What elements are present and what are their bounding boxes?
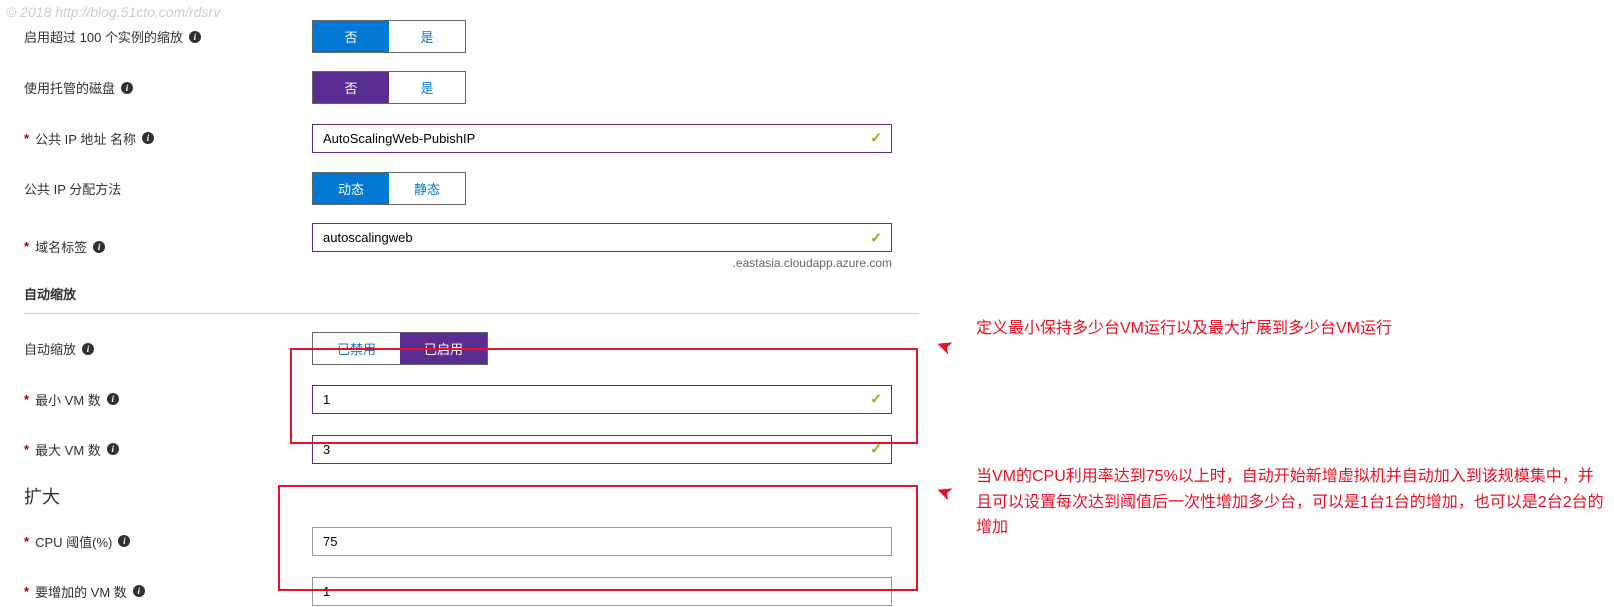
label-ip-allocation: 公共 IP 分配方法 <box>24 179 312 198</box>
label-text: 要增加的 VM 数 <box>35 582 127 601</box>
info-icon[interactable]: i <box>82 343 94 355</box>
required-star: * <box>24 584 29 599</box>
check-icon: ✓ <box>870 391 882 408</box>
section-header-scale-out: 扩大 <box>24 483 920 509</box>
toggle-managed-disk: 否 是 <box>312 71 466 104</box>
arrow-icon: ➤ <box>932 332 956 361</box>
row-ip-allocation: 公共 IP 分配方法 动态 静态 <box>24 172 920 205</box>
label-text: 最大 VM 数 <box>35 440 101 459</box>
label-text: CPU 阈值(%) <box>35 532 112 551</box>
toggle-static[interactable]: 静态 <box>389 173 465 204</box>
row-cpu-threshold: * CPU 阈值(%) i <box>24 525 920 557</box>
row-autoscale: 自动缩放 i 已禁用 已启用 <box>24 332 920 365</box>
info-icon[interactable]: i <box>142 132 154 144</box>
input-wrap-domain: ✓ <box>312 223 892 252</box>
label-text: 域名标签 <box>35 237 87 256</box>
row-managed-disk: 使用托管的磁盘 i 否 是 <box>24 71 920 104</box>
domain-suffix-text: .eastasia.cloudapp.azure.com <box>312 256 892 270</box>
required-star: * <box>24 131 29 146</box>
required-star: * <box>24 534 29 549</box>
section-header-autoscale: 自动缩放 <box>24 284 920 303</box>
toggle-dynamic[interactable]: 动态 <box>313 173 389 204</box>
label-text: 最小 VM 数 <box>35 390 101 409</box>
annotation-text-scale-out: 当VM的CPU利用率达到75%以上时，自动开始新增虚拟机并自动加入到该规模集中，… <box>976 464 1606 541</box>
label-text: 公共 IP 地址 名称 <box>35 129 136 148</box>
max-vm-input[interactable] <box>312 435 892 464</box>
input-wrap-vm-to-add <box>312 577 892 606</box>
info-icon[interactable]: i <box>189 31 201 43</box>
annotation-text-min-max: 定义最小保持多少台VM运行以及最大扩展到多少台VM运行 <box>976 314 1606 338</box>
divider <box>24 313 919 314</box>
label-text: 启用超过 100 个实例的缩放 <box>24 27 183 46</box>
toggle-enabled[interactable]: 已启用 <box>400 333 487 364</box>
label-public-ip-name: * 公共 IP 地址 名称 i <box>24 129 312 148</box>
required-star: * <box>24 392 29 407</box>
row-max-vm: * 最大 VM 数 i ✓ <box>24 433 920 465</box>
domain-label-input[interactable] <box>312 223 892 252</box>
form-container: 启用超过 100 个实例的缩放 i 否 是 使用托管的磁盘 i 否 是 * 公共… <box>0 0 920 607</box>
info-icon[interactable]: i <box>107 393 119 405</box>
label-overprovision: 启用超过 100 个实例的缩放 i <box>24 27 312 46</box>
label-vm-to-add: * 要增加的 VM 数 i <box>24 582 312 601</box>
toggle-disabled[interactable]: 已禁用 <box>313 333 400 364</box>
label-cpu-threshold: * CPU 阈值(%) i <box>24 532 312 551</box>
label-min-vm: * 最小 VM 数 i <box>24 390 312 409</box>
row-public-ip-name: * 公共 IP 地址 名称 i ✓ <box>24 122 920 154</box>
check-icon: ✓ <box>870 441 882 458</box>
info-icon[interactable]: i <box>118 535 130 547</box>
toggle-autoscale: 已禁用 已启用 <box>312 332 488 365</box>
toggle-ip-allocation: 动态 静态 <box>312 172 466 205</box>
info-icon[interactable]: i <box>121 82 133 94</box>
check-icon: ✓ <box>870 229 882 246</box>
required-star: * <box>24 239 29 254</box>
input-wrap-cpu-threshold <box>312 527 892 556</box>
label-text: 自动缩放 <box>24 339 76 358</box>
toggle-yes[interactable]: 是 <box>389 72 465 103</box>
min-vm-input[interactable] <box>312 385 892 414</box>
row-domain-label: * 域名标签 i ✓ .eastasia.cloudapp.azure.com <box>24 223 920 270</box>
arrow-icon: ➤ <box>932 478 956 507</box>
cpu-threshold-input[interactable] <box>312 527 892 556</box>
check-icon: ✓ <box>870 130 882 147</box>
row-vm-to-add: * 要增加的 VM 数 i <box>24 575 920 607</box>
toggle-no[interactable]: 否 <box>313 72 389 103</box>
toggle-yes[interactable]: 是 <box>389 21 465 52</box>
toggle-overprovision: 否 是 <box>312 20 466 53</box>
label-managed-disk: 使用托管的磁盘 i <box>24 78 312 97</box>
input-wrap-max-vm: ✓ <box>312 435 892 464</box>
public-ip-name-input[interactable] <box>312 124 892 153</box>
input-wrap-public-ip: ✓ <box>312 124 892 153</box>
vm-to-add-input[interactable] <box>312 577 892 606</box>
required-star: * <box>24 442 29 457</box>
info-icon[interactable]: i <box>133 585 145 597</box>
label-text: 使用托管的磁盘 <box>24 78 115 97</box>
input-wrap-min-vm: ✓ <box>312 385 892 414</box>
toggle-no[interactable]: 否 <box>313 21 389 52</box>
row-min-vm: * 最小 VM 数 i ✓ <box>24 383 920 415</box>
info-icon[interactable]: i <box>93 241 105 253</box>
info-icon[interactable]: i <box>107 443 119 455</box>
label-max-vm: * 最大 VM 数 i <box>24 440 312 459</box>
row-overprovision: 启用超过 100 个实例的缩放 i 否 是 <box>24 20 920 53</box>
label-text: 公共 IP 分配方法 <box>24 179 121 198</box>
label-domain-label: * 域名标签 i <box>24 237 312 256</box>
label-autoscale: 自动缩放 i <box>24 339 312 358</box>
